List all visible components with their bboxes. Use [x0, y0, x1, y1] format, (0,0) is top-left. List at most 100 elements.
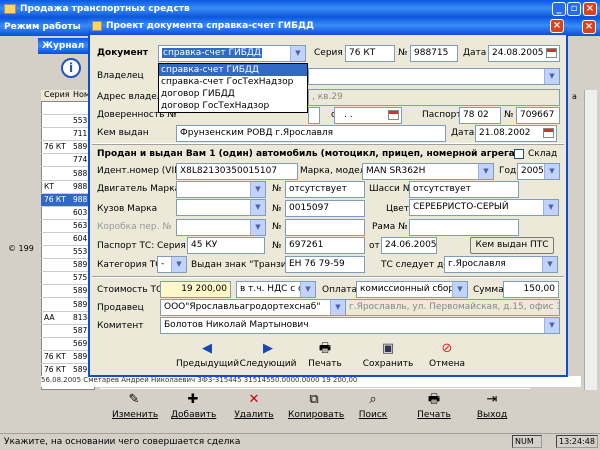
chassis-field[interactable]: отсутствует: [409, 181, 519, 198]
gearbox-field[interactable]: ▼: [176, 219, 266, 236]
warehouse-checkbox[interactable]: [514, 149, 524, 159]
table-row[interactable]: 569: [41, 338, 91, 351]
search-button[interactable]: ⌕ Поиск: [358, 392, 388, 420]
pts-number-field[interactable]: 697261: [285, 237, 365, 254]
table-row[interactable]: 603: [41, 207, 91, 220]
poa-date-field[interactable]: . .: [334, 107, 402, 124]
table-row[interactable]: КТ 9887: [41, 181, 91, 194]
document-label: Документ: [97, 48, 149, 58]
toolbar-print-button[interactable]: 🖶 Печать: [414, 392, 454, 420]
document-select[interactable]: справка-счет ГИБДД ▼: [158, 45, 306, 62]
chevron-down-icon[interactable]: ▼: [452, 282, 467, 297]
dropdown-option[interactable]: договор ГосТехНадзор: [159, 100, 307, 112]
engine-make-field[interactable]: ▼: [176, 181, 266, 198]
body-number-field[interactable]: 0015097: [285, 200, 365, 217]
category-field[interactable]: - ▼: [157, 256, 187, 273]
dropdown-option[interactable]: справка-счет ГосТехНадзор: [159, 76, 307, 88]
dialog-close-icon[interactable]: ×: [550, 19, 564, 33]
chevron-down-icon[interactable]: ▼: [250, 200, 265, 215]
owner-field[interactable]: ▼: [308, 68, 560, 85]
series-field[interactable]: 76 КТ: [345, 45, 395, 62]
back-close-icon[interactable]: ×: [582, 20, 596, 34]
issued-by-field[interactable]: Фрунзенским РОВД г.Ярославля: [176, 125, 446, 142]
table-row[interactable]: AA 8134: [41, 312, 91, 325]
table-row[interactable]: 76 КТ 589: [41, 351, 91, 364]
model-field[interactable]: MAN SR362H ▼: [362, 163, 494, 180]
table-row[interactable]: 76 КТ 9887: [41, 193, 91, 207]
table-row[interactable]: 589: [41, 285, 91, 299]
passport-series-field[interactable]: 78 02: [459, 107, 501, 124]
chevron-down-icon[interactable]: ▼: [544, 318, 559, 333]
chevron-down-icon[interactable]: ▼: [543, 200, 558, 215]
chevron-down-icon[interactable]: ▼: [290, 46, 305, 61]
table-row[interactable]: 76 КТ 589: [41, 141, 91, 155]
pts-issued-button[interactable]: Кем выдан ПТС: [470, 237, 554, 254]
chevron-down-icon[interactable]: ▼: [544, 164, 559, 179]
dropdown-option[interactable]: договор ГИБДД: [159, 88, 307, 100]
table-row[interactable]: 604: [41, 233, 91, 246]
chevron-down-icon[interactable]: ▼: [171, 257, 186, 272]
pts-series-field[interactable]: 45 КУ: [187, 237, 265, 254]
chevron-down-icon[interactable]: ▼: [300, 282, 315, 297]
issued-date-field[interactable]: 21.08.2002: [475, 125, 557, 142]
date-field[interactable]: 24.08.2005: [488, 45, 560, 62]
payment-field[interactable]: комиссионный сбор ▼: [356, 281, 468, 298]
number-field[interactable]: 988715: [410, 45, 458, 62]
dropdown-option[interactable]: справка-счет ГИБДД: [159, 64, 307, 76]
chevron-down-icon[interactable]: ▼: [250, 220, 265, 235]
table-row[interactable]: 563: [41, 220, 91, 233]
calendar-icon[interactable]: [388, 110, 399, 120]
right-scrollbar[interactable]: [584, 90, 597, 390]
year-field[interactable]: 2005 ▼: [517, 163, 560, 180]
table-row[interactable]: 589: [41, 299, 91, 312]
prev-button[interactable]: ◀ Предыдущий: [176, 341, 239, 369]
exit-button[interactable]: ⇥ Выход: [474, 392, 510, 420]
add-button[interactable]: ✚ Добавить: [171, 392, 216, 420]
table-row[interactable]: 575: [41, 272, 91, 286]
table-row[interactable]: 774: [41, 154, 91, 168]
color-field[interactable]: СЕРЕБРИСТО-СЕРЫЙ ▼: [409, 199, 559, 216]
table-row[interactable]: 553: [41, 246, 91, 260]
calendar-icon[interactable]: [546, 48, 557, 58]
print-button[interactable]: 🖶 Печать: [305, 341, 345, 369]
edit-button[interactable]: ✎ Изменить: [112, 392, 158, 420]
minimize-icon[interactable]: _: [552, 2, 566, 16]
table-row[interactable]: 589: [41, 259, 91, 273]
issued-date-label: Дата: [451, 128, 475, 138]
table-row[interactable]: 711: [41, 128, 91, 142]
delete-button[interactable]: ✕ Удалить: [234, 392, 274, 420]
cost-field[interactable]: 19 200,00: [160, 281, 231, 298]
table-row[interactable]: 553: [41, 115, 91, 129]
poa-field[interactable]: [308, 107, 320, 124]
section-divider: [92, 276, 564, 278]
restore-icon[interactable]: ▫: [567, 2, 581, 16]
transit-field[interactable]: ЕН 76 79-59: [285, 256, 365, 273]
frame-field[interactable]: [409, 219, 519, 236]
chevron-down-icon[interactable]: ▼: [250, 182, 265, 197]
status-num: NUM: [512, 435, 542, 448]
vat-field[interactable]: в т.ч. НДС с сумм ▼: [236, 281, 316, 298]
seller-field[interactable]: ООО"Ярославльагродортехснаб" ▼: [160, 299, 346, 316]
engine-number-field[interactable]: отсутствует: [285, 181, 365, 198]
calendar-icon[interactable]: [543, 128, 554, 138]
agent-field[interactable]: Болотов Николай Мартынович ▼: [160, 317, 560, 334]
cancel-button[interactable]: ⊘ Отмена: [425, 341, 469, 369]
destination-field[interactable]: г.Ярославля ▼: [444, 256, 558, 273]
gearbox-number-field[interactable]: [285, 219, 365, 236]
pts-date-field[interactable]: 24.06.2005: [381, 237, 437, 254]
table-row[interactable]: 588: [41, 168, 91, 181]
table-row[interactable]: 587: [41, 325, 91, 338]
copy-button[interactable]: ⧉ Копировать: [288, 392, 344, 420]
close-icon[interactable]: ×: [583, 2, 597, 16]
save-button[interactable]: ▣ Сохранить: [360, 341, 416, 369]
vin-field[interactable]: X8L82130350015107: [176, 163, 298, 180]
chevron-down-icon[interactable]: ▼: [478, 164, 493, 179]
table-row[interactable]: [41, 102, 91, 115]
chevron-down-icon[interactable]: ▼: [544, 69, 559, 84]
next-button[interactable]: ▶ Следующий: [238, 341, 298, 369]
sum-field[interactable]: 150,00: [503, 281, 559, 298]
body-make-field[interactable]: ▼: [176, 199, 266, 216]
chevron-down-icon[interactable]: ▼: [542, 257, 557, 272]
chevron-down-icon[interactable]: ▼: [330, 300, 345, 315]
passport-number-field[interactable]: 709667: [516, 107, 560, 124]
